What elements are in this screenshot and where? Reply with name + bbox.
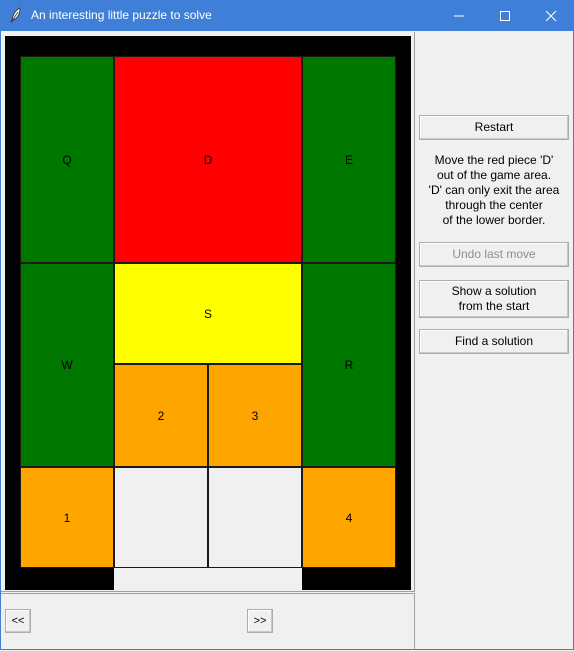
next-step-button[interactable]: >> [247,609,273,633]
piece-d[interactable]: D [114,56,302,263]
piece-label: E [344,152,353,167]
undo-button[interactable]: Undo last move [419,242,569,267]
find-solution-button[interactable]: Find a solution [419,329,569,354]
maximize-icon [500,10,510,21]
piece-s[interactable]: S [114,263,302,364]
maximize-button[interactable] [482,0,528,31]
piece-w[interactable]: W [20,263,114,467]
close-icon [545,10,557,21]
close-button[interactable] [528,0,574,31]
piece-3[interactable]: 3 [208,364,302,467]
piece-2[interactable]: 2 [114,364,208,467]
board-exit [114,568,302,590]
piece-1[interactable]: 1 [20,467,114,568]
minimize-button[interactable] [436,0,482,31]
title-bar: An interesting little puzzle to solve [0,0,574,31]
piece-label: 4 [345,510,353,525]
navigation-panel [1,593,415,649]
minimize-icon [454,15,464,16]
piece-e[interactable]: E [302,56,396,263]
piece-label: 3 [251,408,259,423]
instructions-text: Move the red piece 'D' out of the game a… [428,153,560,227]
piece-label: Q [62,152,72,167]
piece-label: 1 [63,510,71,525]
show-solution-button[interactable]: Show a solution from the start [419,280,569,318]
window-title: An interesting little puzzle to solve [31,8,212,22]
empty-cell [208,467,302,568]
restart-button[interactable]: Restart [419,115,569,140]
feather-icon [10,7,21,23]
piece-label: S [203,306,212,321]
piece-label: 2 [157,408,165,423]
piece-label: W [61,358,73,372]
empty-cell [114,467,208,568]
piece-r[interactable]: R [302,263,396,467]
piece-label: D [203,152,213,167]
piece-label: R [344,358,354,372]
previous-step-button[interactable]: << [5,609,31,633]
piece-4[interactable]: 4 [302,467,396,568]
piece-q[interactable]: Q [20,56,114,263]
